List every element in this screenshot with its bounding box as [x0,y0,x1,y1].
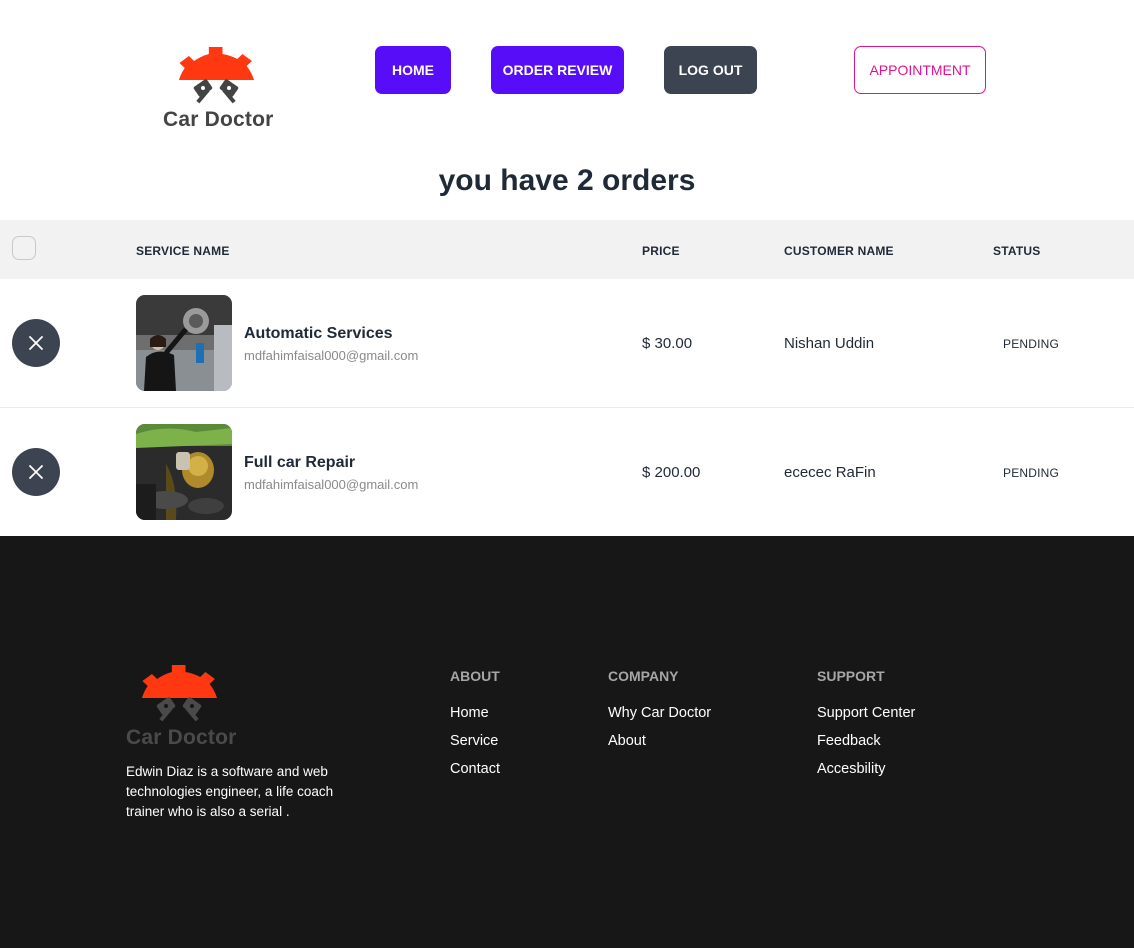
appointment-button[interactable]: APPOINTMENT [854,46,986,94]
page-title: you have 2 orders [438,164,696,197]
header-service-name: SERVICE NAME [136,244,230,258]
delete-order-button[interactable] [12,319,60,367]
footer-logo-text: Car Doctor [126,726,237,749]
table-row: Full car Repair mdfahimfaisal000@gmail.c… [0,408,1134,537]
header-status: STATUS [993,244,1041,258]
header-price: PRICE [642,244,680,258]
footer-column-title: COMPANY [608,668,679,684]
service-name: Full car Repair [244,454,356,471]
logo-text: Car Doctor [163,108,274,131]
footer: Car Doctor Edwin Diaz is a software and … [0,536,1134,948]
status-badge[interactable]: PENDING [1003,466,1059,480]
close-icon [29,465,43,479]
service-thumbnail [136,295,232,391]
table-row: Automatic Services mdfahimfaisal000@gmai… [0,279,1134,408]
footer-link-service[interactable]: Service [450,732,500,750]
footer-link-feedback[interactable]: Feedback [817,732,915,750]
footer-column-company: COMPANY Why Car Doctor About [608,668,711,760]
footer-column-title: SUPPORT [817,668,885,684]
footer-logo[interactable]: Car Doctor [126,664,246,754]
footer-link-about[interactable]: About [608,732,711,750]
select-all-checkbox[interactable] [12,236,36,260]
customer-name: ececec RaFin [784,464,876,481]
logout-button[interactable]: LOG OUT [664,46,757,94]
footer-column-support: SUPPORT Support Center Feedback Accesbil… [817,668,915,788]
table-header: SERVICE NAME PRICE CUSTOMER NAME STATUS [0,220,1134,279]
footer-link-contact[interactable]: Contact [450,760,500,778]
delete-order-button[interactable] [12,448,60,496]
gear-piston-logo-icon [167,47,267,104]
close-icon [29,336,43,350]
footer-link-support-center[interactable]: Support Center [817,704,915,722]
footer-column-title: ABOUT [450,668,500,684]
nav-order-review-button[interactable]: ORDER REVIEW [491,46,624,94]
nav-home-button[interactable]: HOME [375,46,451,94]
service-email: mdfahimfaisal000@gmail.com [244,348,419,363]
customer-name: Nishan Uddin [784,335,875,352]
service-name: Automatic Services [244,325,393,342]
gear-piston-logo-icon [130,665,230,722]
footer-link-why-car-doctor[interactable]: Why Car Doctor [608,704,711,722]
order-price: $ 30.00 [642,335,693,352]
footer-description: Edwin Diaz is a software and web technol… [126,764,334,819]
header-customer-name: CUSTOMER NAME [784,244,894,258]
footer-link-home[interactable]: Home [450,704,500,722]
status-badge[interactable]: PENDING [1003,337,1059,351]
service-thumbnail [136,424,232,520]
logo[interactable]: Car Doctor [163,46,273,136]
service-email: mdfahimfaisal000@gmail.com [244,477,419,492]
footer-column-about: ABOUT Home Service Contact [450,668,500,788]
order-price: $ 200.00 [642,464,701,481]
footer-link-accessibility[interactable]: Accesbility [817,760,915,778]
